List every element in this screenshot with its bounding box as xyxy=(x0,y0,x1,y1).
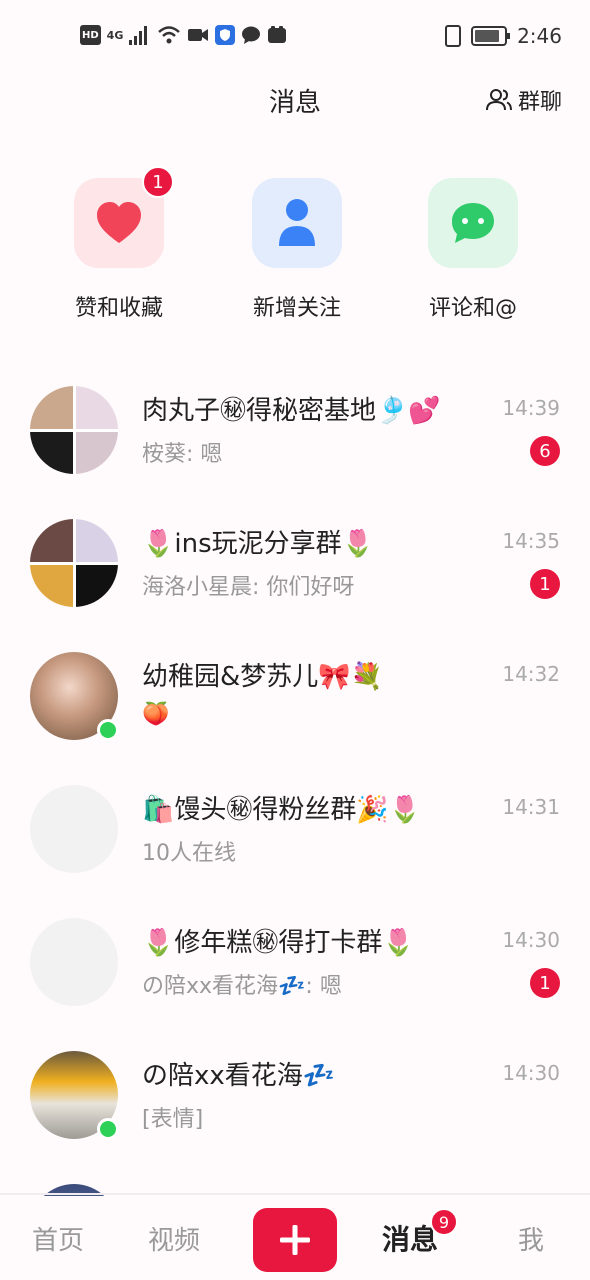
conversation-preview: 海洛小星晨: 你们好呀 xyxy=(142,575,355,600)
conversation-preview: 桉葵: 嗯 xyxy=(142,442,223,467)
nav-divider xyxy=(0,1193,590,1195)
shield-icon xyxy=(215,25,236,45)
conversation-row[interactable]: 肉丸子㊙得秘密基地🎐💕 桉葵: 嗯 14:39 6 xyxy=(0,364,590,497)
blank-avatar xyxy=(30,918,118,1006)
conversation-row[interactable]: 🌷修年糕㊙得打卡群🌷 の陪xx看花海💤: 嗯 14:30 1 xyxy=(0,896,590,1029)
nav-home[interactable]: 首页 xyxy=(32,1220,84,1257)
likes-collections-button[interactable]: 1 赞和收藏 xyxy=(44,166,194,322)
nav-me[interactable]: 我 xyxy=(518,1220,544,1257)
conversation-preview: 10人在线 xyxy=(142,841,236,866)
comments-label: 评论和@ xyxy=(428,296,517,321)
bottom-nav: 首页 视频 消息 9 我 xyxy=(0,1193,590,1280)
conversation-title: の陪xx看花海💤 xyxy=(142,1061,336,1091)
conversation-title: 🌷修年糕㊙得打卡群🌷 xyxy=(142,928,415,958)
unread-badge: 1 xyxy=(530,569,560,599)
quick-actions: 1 赞和收藏 新增关注 评论和@ xyxy=(0,166,590,328)
app-icon xyxy=(268,26,287,43)
conversation-preview: 🍑 xyxy=(142,702,170,727)
group-avatar xyxy=(30,519,118,607)
conversation-row[interactable]: 🛍️馒头㊙得粉丝群🎉🌷 10人在线 14:31 xyxy=(0,763,590,896)
nav-video[interactable]: 视频 xyxy=(148,1220,200,1257)
conversation-time: 14:35 xyxy=(502,529,560,553)
comment-icon xyxy=(452,203,494,243)
conversation-preview: [表情] xyxy=(142,1107,204,1132)
heart-icon xyxy=(97,202,141,243)
publish-button[interactable] xyxy=(253,1208,337,1272)
clock: 2:46 xyxy=(517,24,562,48)
likes-label: 赞和收藏 xyxy=(74,296,163,321)
conversation-row[interactable]: の陪xx看花海💤 [表情] 14:30 xyxy=(0,1029,590,1162)
likes-badge: 1 xyxy=(142,166,174,198)
status-icons-left: HD 4G xyxy=(80,25,287,45)
messages-badge: 9 xyxy=(430,1208,458,1236)
conversation-row[interactable]: 🌷ins玩泥分享群🌷 海洛小星晨: 你们好呀 14:35 1 xyxy=(0,497,590,630)
group-chat-label: 群聊 xyxy=(517,90,562,115)
conversation-preview: の陪xx看花海💤: 嗯 xyxy=(142,974,342,999)
battery-icon xyxy=(471,26,511,46)
unread-badge: 6 xyxy=(530,436,560,466)
plus-icon xyxy=(280,1225,310,1255)
chat-bubble-icon xyxy=(242,26,261,44)
signal-icon xyxy=(129,25,151,45)
hd-icon: HD xyxy=(80,25,101,45)
wifi-icon xyxy=(158,26,181,44)
online-indicator xyxy=(97,719,119,741)
conversation-time: 14:30 xyxy=(502,1061,560,1085)
conversation-title: 幼稚园&梦苏儿🎀💐 xyxy=(142,662,384,692)
new-followers-button[interactable]: 新增关注 xyxy=(222,178,372,322)
blank-avatar xyxy=(30,785,118,873)
video-icon xyxy=(188,29,209,41)
conversation-time: 14:30 xyxy=(502,928,560,952)
4g-icon: 4G xyxy=(106,28,124,42)
status-bar: HD 4G 2:46 xyxy=(0,0,590,72)
header: 消息 群聊 xyxy=(0,72,590,128)
conversation-title: 🛍️馒头㊙得粉丝群🎉🌷 xyxy=(142,795,422,825)
conversation-title: 肉丸子㊙得秘密基地🎐💕 xyxy=(142,396,441,426)
conversation-title: 🌷ins玩泥分享群🌷 xyxy=(142,529,374,559)
person-tile xyxy=(252,178,342,268)
heart-tile: 1 xyxy=(74,166,174,268)
people-icon xyxy=(485,89,512,111)
group-avatar xyxy=(30,386,118,474)
conversation-time: 14:32 xyxy=(502,662,560,686)
person-icon xyxy=(279,199,315,246)
comment-tile xyxy=(428,178,518,268)
conversation-time: 14:39 xyxy=(502,396,560,420)
conversation-time: 14:31 xyxy=(502,795,560,819)
status-icons-right: 2:46 xyxy=(445,24,562,48)
new-followers-label: 新增关注 xyxy=(252,296,341,321)
unread-badge: 1 xyxy=(530,968,560,998)
vibrate-icon xyxy=(445,25,462,47)
online-indicator xyxy=(97,1118,119,1140)
comments-mentions-button[interactable]: 评论和@ xyxy=(398,178,548,322)
group-chat-button[interactable]: 群聊 xyxy=(485,84,562,116)
conversation-row[interactable]: 幼稚园&梦苏儿🎀💐 🍑 14:32 xyxy=(0,630,590,763)
